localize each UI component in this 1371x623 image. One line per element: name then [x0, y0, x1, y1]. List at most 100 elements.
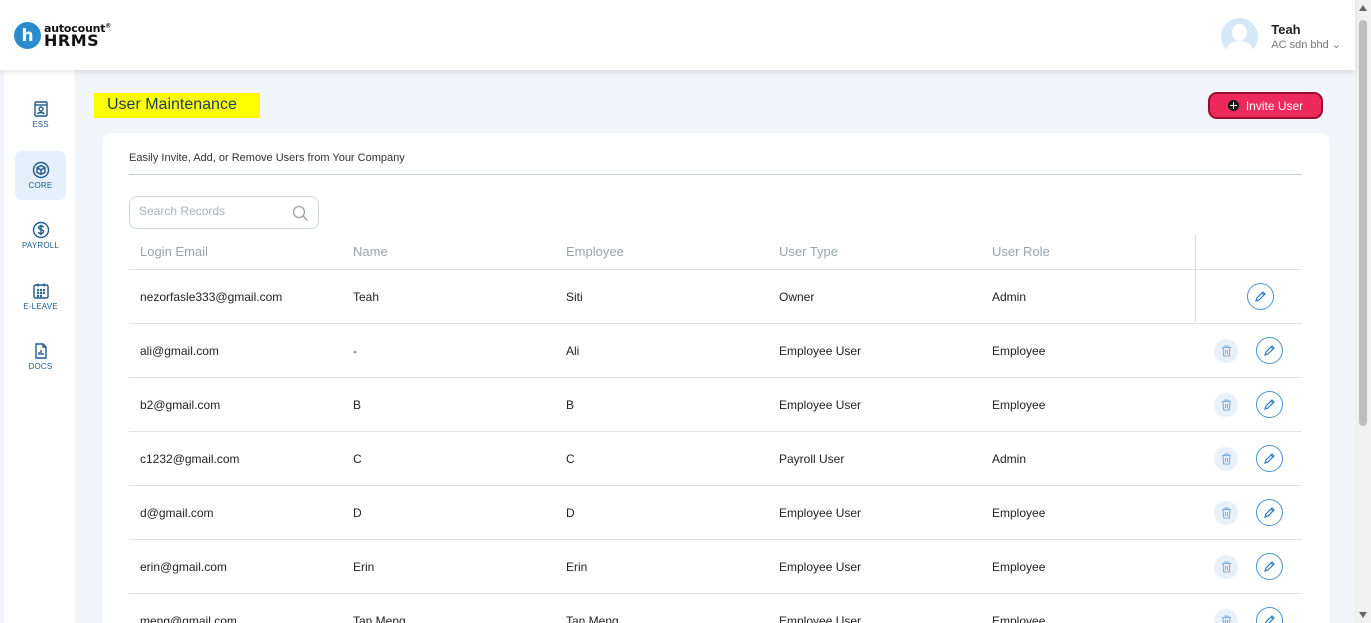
search-box[interactable] [129, 196, 319, 229]
app-logo[interactable]: h autocount® HRMS [14, 22, 111, 49]
cell-employee: Siti [566, 290, 583, 304]
invite-user-button[interactable]: Invite User [1208, 92, 1323, 119]
company-selector[interactable]: AC sdn bhd ⌄ [1271, 38, 1341, 51]
sidebar-item-docs[interactable]: DOCS [15, 332, 66, 381]
cell-user-type: Employee User [779, 398, 862, 412]
user-menu[interactable]: Teah AC sdn bhd ⌄ [1221, 18, 1341, 55]
cell-user-role: Employee [992, 398, 1046, 412]
table-row[interactable]: ali@gmail.com - Ali Employee User Employ… [129, 323, 1302, 377]
delete-button[interactable] [1214, 447, 1238, 471]
cell-user-type: Payroll User [779, 452, 845, 466]
users-card: Easily Invite, Add, or Remove Users from… [103, 133, 1329, 623]
cell-email: ali@gmail.com [140, 344, 219, 358]
sidebar: ESS CORE PAYROLL E-LEAVE DOCS [4, 70, 75, 623]
top-header: h autocount® HRMS Teah AC sdn bhd ⌄ [0, 0, 1355, 70]
cell-email: meng@gmail.com [140, 614, 237, 623]
cell-name: Teah [353, 290, 380, 304]
edit-button[interactable] [1256, 445, 1283, 472]
sidebar-item-eleave[interactable]: E-LEAVE [15, 272, 66, 321]
edit-button[interactable] [1247, 283, 1274, 310]
scroll-down-arrow-icon[interactable] [1359, 612, 1367, 618]
trash-icon [1221, 561, 1231, 573]
pencil-icon [1265, 615, 1275, 623]
trash-icon [1221, 345, 1231, 357]
table-row[interactable]: nezorfasle333@gmail.com Teah Siti Owner … [129, 269, 1302, 323]
cell-email: d@gmail.com [140, 506, 214, 520]
table-row[interactable]: d@gmail.com D D Employee User Employee [129, 485, 1302, 539]
search-input[interactable] [139, 204, 279, 218]
trash-icon [1221, 399, 1231, 411]
cell-employee: Ali [566, 344, 580, 358]
delete-button[interactable] [1214, 609, 1238, 623]
divider [129, 174, 1302, 175]
cell-user-role: Employee [992, 560, 1046, 574]
edit-button[interactable] [1256, 337, 1283, 364]
cell-user-type: Owner [779, 290, 815, 304]
cell-name: Erin [353, 560, 375, 574]
cell-employee: Tan Meng [566, 614, 619, 623]
logo-mark: h [14, 22, 41, 49]
delete-button[interactable] [1214, 555, 1238, 579]
column-header-user-type[interactable]: User Type [779, 244, 838, 259]
cell-email: erin@gmail.com [140, 560, 227, 574]
cell-user-role: Admin [992, 290, 1027, 304]
edit-button[interactable] [1256, 391, 1283, 418]
cell-email: nezorfasle333@gmail.com [140, 290, 283, 304]
cell-user-role: Admin [992, 452, 1027, 466]
cell-employee: Erin [566, 560, 588, 574]
edit-button[interactable] [1256, 553, 1283, 580]
column-header-user-role[interactable]: User Role [992, 244, 1050, 259]
pencil-icon [1264, 399, 1275, 410]
sidebar-item-core[interactable]: CORE [15, 151, 66, 200]
logo-name: HRMS [44, 30, 100, 50]
dollar-icon [32, 221, 49, 239]
pencil-icon [1264, 345, 1275, 356]
pencil-icon [1264, 453, 1275, 464]
chevron-down-icon: ⌄ [1331, 39, 1341, 51]
table-row[interactable]: erin@gmail.com Erin Erin Employee User E… [129, 539, 1302, 593]
delete-button[interactable] [1214, 339, 1238, 363]
pencil-icon [1255, 291, 1266, 302]
cell-user-type: Employee User [779, 560, 862, 574]
cube-icon [32, 161, 49, 179]
cell-user-role: Employee [992, 344, 1046, 358]
trash-icon [1221, 615, 1231, 623]
cell-user-type: Employee User [779, 614, 862, 623]
trash-icon [1221, 453, 1231, 465]
delete-button[interactable] [1214, 501, 1238, 525]
column-header-employee[interactable]: Employee [566, 244, 624, 259]
cell-user-role: Employee [992, 506, 1046, 520]
cell-name: D [353, 506, 362, 520]
sidebar-item-ess[interactable]: ESS [15, 90, 66, 139]
cell-name: B [353, 398, 362, 412]
page-title: User Maintenance [94, 93, 260, 118]
table-row[interactable]: c1232@gmail.com C C Payroll User Admin [129, 431, 1302, 485]
cell-name: C [353, 452, 362, 466]
delete-button[interactable] [1214, 393, 1238, 417]
table-row[interactable]: b2@gmail.com B B Employee User Employee [129, 377, 1302, 431]
search-icon[interactable] [292, 205, 309, 222]
avatar[interactable] [1221, 18, 1259, 55]
document-icon [34, 343, 47, 359]
edit-button[interactable] [1256, 499, 1283, 526]
cell-employee: D [566, 506, 575, 520]
calendar-icon [32, 283, 49, 299]
cell-employee: B [566, 398, 575, 412]
scrollbar[interactable] [1355, 0, 1371, 623]
column-header-name[interactable]: Name [353, 244, 388, 259]
cell-name: - [353, 344, 357, 358]
edit-button[interactable] [1256, 607, 1283, 623]
scroll-thumb[interactable] [1359, 20, 1367, 426]
table-row[interactable]: meng@gmail.com Tan Meng Tan Meng Employe… [129, 593, 1302, 623]
cell-email: c1232@gmail.com [140, 452, 240, 466]
scroll-up-arrow-icon[interactable] [1359, 5, 1367, 11]
table-header: Login Email Name Employee User Type User… [129, 233, 1302, 269]
cell-user-type: Employee User [779, 344, 862, 358]
cell-user-role: Employee [992, 614, 1046, 623]
column-header-login-email[interactable]: Login Email [140, 244, 208, 259]
user-name: Teah [1271, 22, 1301, 37]
sidebar-item-payroll[interactable]: PAYROLL [15, 211, 66, 260]
cell-name: Tan Meng [353, 614, 406, 623]
cell-email: b2@gmail.com [140, 398, 221, 412]
pencil-icon [1264, 561, 1275, 572]
